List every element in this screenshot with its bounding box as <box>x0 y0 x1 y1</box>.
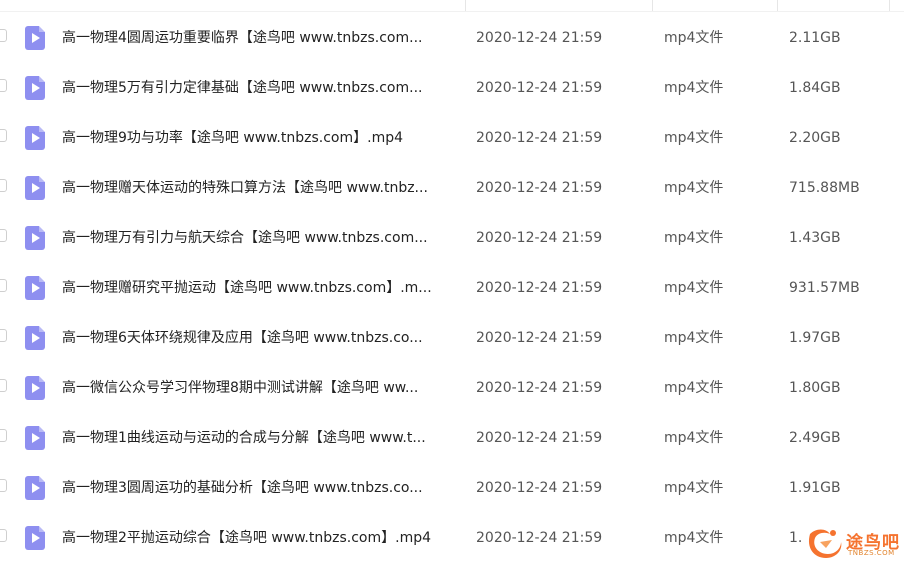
video-file-icon <box>25 276 45 300</box>
video-file-icon <box>25 176 45 200</box>
watermark-subtext: TNBZS.COM <box>848 549 895 557</box>
video-file-icon <box>25 26 45 50</box>
file-type: mp4文件 <box>664 30 724 46</box>
file-row[interactable]: 高一物理3圆周运功的基础分析【途鸟吧 www.tnbzs.co... 2020-1… <box>0 463 904 513</box>
file-type: mp4文件 <box>664 230 724 246</box>
row-checkbox[interactable] <box>0 529 7 542</box>
file-size: 1.43GB <box>789 230 841 246</box>
file-size: 931.57MB <box>789 280 860 296</box>
video-file-icon <box>25 76 45 100</box>
modified-time: 2020-12-24 21:59 <box>476 280 603 296</box>
row-checkbox[interactable] <box>0 379 7 392</box>
modified-time: 2020-12-24 21:59 <box>476 430 603 446</box>
modified-time: 2020-12-24 21:59 <box>476 130 603 146</box>
file-row[interactable]: 高一物理6天体环绕规律及应用【途鸟吧 www.tnbzs.co... 2020-1… <box>0 313 904 363</box>
file-name[interactable]: 高一物理4圆周运功重要临界【途鸟吧 www.tnbzs.com... <box>62 13 457 63</box>
file-row[interactable]: 高一物理9功与功率【途鸟吧 www.tnbzs.com】.mp4 2020-12-… <box>0 113 904 163</box>
file-type: mp4文件 <box>664 130 724 146</box>
file-name[interactable]: 高一物理万有引力与航天综合【途鸟吧 www.tnbzs.com... <box>62 213 457 263</box>
file-row[interactable]: 高一物理2平抛运动综合【途鸟吧 www.tnbzs.com】.mp4 2020-1… <box>0 513 904 563</box>
file-name[interactable]: 高一物理2平抛运动综合【途鸟吧 www.tnbzs.com】.mp4 <box>62 513 457 563</box>
file-size: 1.84GB <box>789 80 841 96</box>
file-size: 1.91GB <box>789 480 841 496</box>
file-name[interactable]: 高一微信公众号学习伴物理8期中测试讲解【途鸟吧 ww... <box>62 363 457 413</box>
modified-time: 2020-12-24 21:59 <box>476 230 603 246</box>
file-row[interactable]: 高一物理赠研究平抛运动【途鸟吧 www.tnbzs.com】.m... 2020-… <box>0 263 904 313</box>
file-name[interactable]: 高一物理9功与功率【途鸟吧 www.tnbzs.com】.mp4 <box>62 113 457 163</box>
row-checkbox[interactable] <box>0 229 7 242</box>
file-type: mp4文件 <box>664 380 724 396</box>
file-row[interactable]: 高一物理4圆周运功重要临界【途鸟吧 www.tnbzs.com... 2020-1… <box>0 13 904 63</box>
video-file-icon <box>25 526 45 550</box>
file-size: 2.20GB <box>789 130 841 146</box>
modified-time: 2020-12-24 21:59 <box>476 380 603 396</box>
row-checkbox[interactable] <box>0 329 7 342</box>
video-file-icon <box>25 126 45 150</box>
file-name[interactable]: 高一物理1曲线运动与运动的合成与分解【途鸟吧 www.t... <box>62 413 457 463</box>
modified-time: 2020-12-24 21:59 <box>476 330 603 346</box>
header-divider <box>0 11 904 12</box>
row-checkbox[interactable] <box>0 79 7 92</box>
file-size: 715.88MB <box>789 180 860 196</box>
row-checkbox[interactable] <box>0 429 7 442</box>
row-checkbox[interactable] <box>0 479 7 492</box>
modified-time: 2020-12-24 21:59 <box>476 480 603 496</box>
watermark-logo: 途鸟吧 TNBZS.COM <box>806 520 904 562</box>
video-file-icon <box>25 426 45 450</box>
modified-time: 2020-12-24 21:59 <box>476 80 603 96</box>
file-name[interactable]: 高一物理5万有引力定律基础【途鸟吧 www.tnbzs.com... <box>62 63 457 113</box>
row-checkbox[interactable] <box>0 29 7 42</box>
file-type: mp4文件 <box>664 280 724 296</box>
file-name[interactable]: 高一物理赠研究平抛运动【途鸟吧 www.tnbzs.com】.m... <box>62 263 457 313</box>
file-size: 1.97GB <box>789 330 841 346</box>
row-checkbox[interactable] <box>0 129 7 142</box>
file-type: mp4文件 <box>664 430 724 446</box>
video-file-icon <box>25 376 45 400</box>
video-file-icon <box>25 326 45 350</box>
file-type: mp4文件 <box>664 80 724 96</box>
file-size: 2.11GB <box>789 30 841 46</box>
file-size: 1. <box>789 530 803 546</box>
file-row[interactable]: 高一物理5万有引力定律基础【途鸟吧 www.tnbzs.com... 2020-1… <box>0 63 904 113</box>
file-row[interactable]: 高一物理赠天体运动的特殊口算方法【途鸟吧 www.tnbz... 2020-12-… <box>0 163 904 213</box>
video-file-icon <box>25 226 45 250</box>
modified-time: 2020-12-24 21:59 <box>476 530 603 546</box>
row-checkbox[interactable] <box>0 279 7 292</box>
file-row[interactable]: 高一物理万有引力与航天综合【途鸟吧 www.tnbzs.com... 2020-1… <box>0 213 904 263</box>
file-name[interactable]: 高一物理3圆周运功的基础分析【途鸟吧 www.tnbzs.co... <box>62 463 457 513</box>
row-checkbox[interactable] <box>0 179 7 192</box>
file-row[interactable]: 高一微信公众号学习伴物理8期中测试讲解【途鸟吧 ww... 2020-12-24 … <box>0 363 904 413</box>
file-row[interactable]: 高一物理1曲线运动与运动的合成与分解【途鸟吧 www.t... 2020-12-2… <box>0 413 904 463</box>
modified-time: 2020-12-24 21:59 <box>476 180 603 196</box>
file-type: mp4文件 <box>664 480 724 496</box>
file-size: 1.80GB <box>789 380 841 396</box>
file-name[interactable]: 高一物理赠天体运动的特殊口算方法【途鸟吧 www.tnbz... <box>62 163 457 213</box>
modified-time: 2020-12-24 21:59 <box>476 30 603 46</box>
video-file-icon <box>25 476 45 500</box>
file-type: mp4文件 <box>664 180 724 196</box>
file-size: 2.49GB <box>789 430 841 446</box>
file-type: mp4文件 <box>664 330 724 346</box>
file-name[interactable]: 高一物理6天体环绕规律及应用【途鸟吧 www.tnbzs.co... <box>62 313 457 363</box>
bird-logo-icon <box>808 529 842 558</box>
file-type: mp4文件 <box>664 530 724 546</box>
